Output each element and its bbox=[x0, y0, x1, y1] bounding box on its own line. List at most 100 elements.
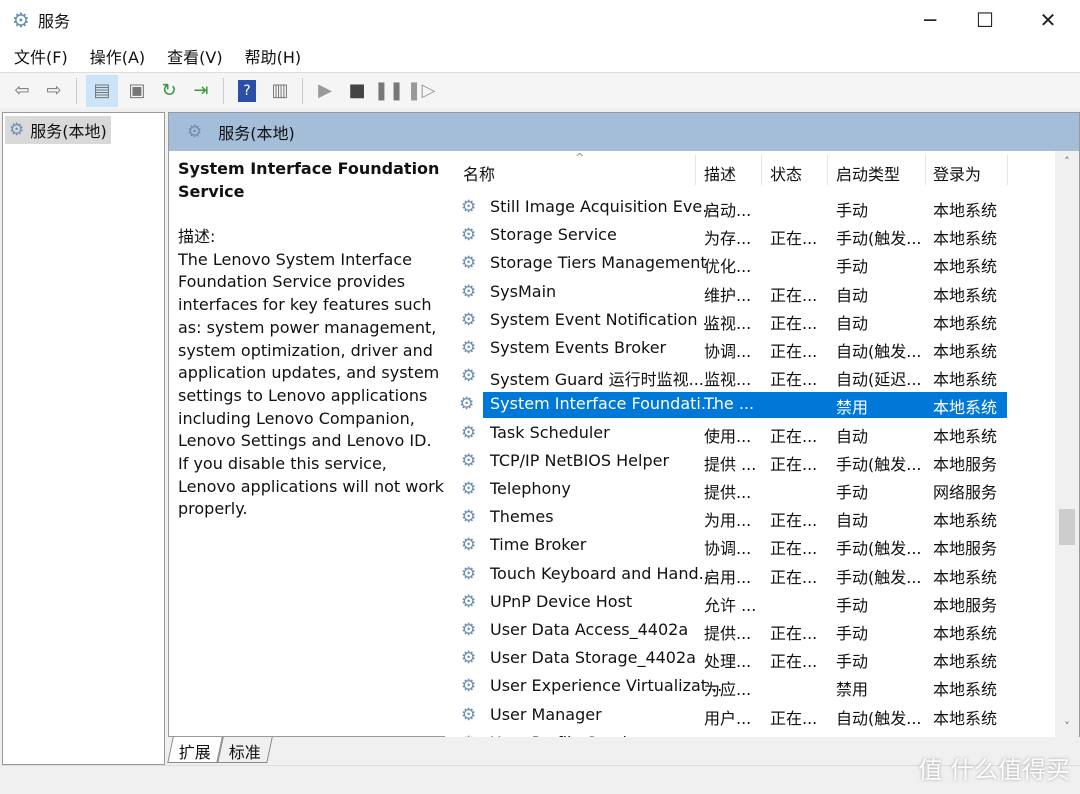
service-row[interactable]: ⚙ Touch Keyboard and Hand... 启用... 正在... 手动(… bbox=[459, 562, 1007, 588]
service-row[interactable]: ⚙ Telephony 提供... 手动 网络服务 bbox=[459, 477, 1007, 503]
resume-service-icon[interactable]: ❚▷ bbox=[407, 78, 436, 104]
help-icon[interactable]: ? bbox=[238, 79, 256, 102]
gear-icon: ⚙ bbox=[461, 507, 477, 528]
column-log-on-as[interactable]: 登录为 bbox=[933, 161, 981, 185]
services-list: ^ 名称 描述 状态 启动类型 登录为 ⚙ Still Image Acquisi… bbox=[445, 151, 1055, 737]
show-console-tree-icon[interactable]: ▤ bbox=[86, 74, 118, 107]
service-row[interactable]: ⚙ Time Broker 协调... 正在... 手动(触发... 本地服务 bbox=[459, 533, 1007, 559]
service-row[interactable]: ⚙ SysMain 维护... 正在... 自动 本地系统 bbox=[459, 280, 1007, 306]
column-description[interactable]: 描述 bbox=[704, 161, 736, 185]
cell-description: 为用... bbox=[704, 511, 752, 531]
cell-log-on-as: 本地系统 bbox=[933, 511, 998, 531]
watermark-logo: 值 什么值得买 bbox=[918, 756, 1070, 784]
cell-log-on-as: 本地服务 bbox=[933, 539, 998, 559]
cell-status: 正在... bbox=[770, 708, 818, 728]
service-row[interactable]: ⚙ User Data Access_4402a 提供... 正在... 手动 本地系统 bbox=[459, 618, 1007, 644]
cell-startup-type: 禁用 bbox=[836, 398, 869, 418]
column-status[interactable]: 状态 bbox=[770, 161, 802, 185]
column-name[interactable]: 名称 bbox=[463, 161, 495, 185]
minimize-button[interactable]: ─ bbox=[900, 0, 960, 40]
cell-description: The ... bbox=[704, 394, 755, 414]
forward-icon[interactable]: ⇨ bbox=[41, 78, 67, 104]
service-row[interactable]: ⚙ User Experience Virtualizat... 为应... 禁用 本地… bbox=[459, 674, 1007, 700]
stop-service-icon[interactable]: ■ bbox=[344, 78, 370, 104]
service-row[interactable]: ⚙ User Data Storage_4402a 处理... 正在... 手动 本地系统 bbox=[459, 646, 1007, 672]
cell-name: UPnP Device Host bbox=[490, 591, 633, 611]
divider bbox=[302, 77, 303, 104]
cell-log-on-as: 本地系统 bbox=[933, 680, 998, 700]
close-button[interactable]: ✕ bbox=[1018, 0, 1078, 40]
view-tabs: 扩展 标准 bbox=[167, 737, 273, 763]
back-icon[interactable]: ⇦ bbox=[9, 78, 35, 104]
service-row[interactable]: ⚙ System Interface Foundati... The ... 禁用 本地… bbox=[459, 392, 1007, 419]
cell-log-on-as: 本地系统 bbox=[933, 426, 998, 446]
cell-log-on-as: 本地系统 bbox=[933, 370, 998, 390]
scrollbar-thumb[interactable] bbox=[1059, 509, 1075, 545]
cell-name: User Profile Service bbox=[490, 733, 646, 737]
maximize-button[interactable]: ☐ bbox=[955, 0, 1015, 40]
cell-status: 正在... bbox=[770, 539, 818, 559]
cell-description: 提供... bbox=[704, 483, 752, 502]
cell-log-on-as: 本地系统 bbox=[933, 708, 998, 728]
cell-name: TCP/IP NetBIOS Helper bbox=[490, 450, 670, 470]
service-row[interactable]: ⚙ User Profile Service 此服... 正在... 自动 本地系统 bbox=[459, 731, 1007, 737]
gear-icon: ⚙ bbox=[459, 394, 475, 415]
cell-startup-type: 手动 bbox=[836, 201, 869, 220]
tree-node-label: 服务(本地) bbox=[30, 122, 107, 141]
service-row[interactable]: ⚙ System Events Broker 协调... 正在... 自动(触发... 本… bbox=[459, 336, 1007, 362]
service-row[interactable]: ⚙ Storage Service 为存... 正在... 手动(触发... 本地系统 bbox=[459, 223, 1007, 249]
gear-icon: ⚙ bbox=[461, 366, 477, 387]
menu-help[interactable]: 帮助(H) bbox=[245, 44, 302, 68]
service-row[interactable]: ⚙ Storage Tiers Management 优化... 手动 本地系统 bbox=[459, 251, 1007, 277]
sort-ascending-icon: ^ bbox=[575, 151, 585, 164]
scroll-up-icon[interactable]: ˄ bbox=[1055, 155, 1079, 168]
service-row[interactable]: ⚙ TCP/IP NetBIOS Helper 提供 ... 正在... 手动(触发..… bbox=[459, 449, 1007, 475]
menu-file[interactable]: 文件(F) bbox=[14, 44, 68, 68]
cell-name: User Data Access_4402a bbox=[490, 620, 689, 639]
service-row[interactable]: ⚙ Task Scheduler 使用... 正在... 自动 本地系统 bbox=[459, 421, 1007, 447]
cell-log-on-as: 本地系统 bbox=[933, 229, 998, 249]
gear-icon: ⚙ bbox=[461, 338, 477, 358]
cell-description: 使用... bbox=[704, 426, 752, 446]
services-gear-icon: ⚙ bbox=[12, 8, 30, 32]
cell-description: 协调... bbox=[704, 539, 752, 559]
cell-status: 正在... bbox=[770, 511, 818, 531]
vertical-scrollbar[interactable]: ˄ ˅ bbox=[1055, 151, 1079, 737]
cell-startup-type: 自动(延迟... bbox=[836, 370, 922, 390]
refresh-icon[interactable]: ↻ bbox=[156, 78, 182, 104]
description-text: The Lenovo System Interface Foundation S… bbox=[178, 249, 444, 519]
service-row[interactable]: ⚙ Still Image Acquisition Eve... 启动... 手动 本地… bbox=[459, 195, 1007, 221]
cell-startup-type: 自动 bbox=[836, 426, 869, 446]
cell-description: 优化... bbox=[704, 257, 752, 277]
service-row[interactable]: ⚙ Themes 为用... 正在... 自动 本地系统 bbox=[459, 505, 1007, 531]
start-service-icon[interactable]: ▶ bbox=[312, 78, 338, 104]
tab-standard[interactable]: 标准 bbox=[217, 737, 273, 763]
menu-view[interactable]: 查看(V) bbox=[167, 44, 222, 68]
menu-action[interactable]: 操作(A) bbox=[90, 44, 145, 68]
export-list-icon[interactable]: ⇥ bbox=[188, 78, 214, 104]
cell-startup-type: 禁用 bbox=[836, 680, 869, 700]
column-startup-type[interactable]: 启动类型 bbox=[836, 161, 900, 185]
properties-icon[interactable]: ▣ bbox=[124, 78, 150, 104]
show-action-pane-icon[interactable]: ▥ bbox=[267, 78, 293, 104]
cell-description: 监视... bbox=[704, 313, 752, 333]
cell-description: 协调... bbox=[704, 342, 752, 361]
cell-name: User Manager bbox=[490, 704, 602, 724]
service-row[interactable]: ⚙ System Event Notification ... 监视... 正在...… bbox=[459, 308, 1007, 334]
tree-node-services-local[interactable]: ⚙ 服务(本地) bbox=[5, 116, 111, 144]
cell-startup-type: 手动 bbox=[836, 624, 869, 643]
gear-icon: ⚙ bbox=[461, 225, 477, 246]
service-row[interactable]: ⚙ User Manager 用户... 正在... 自动(触发... 本地系统 bbox=[459, 703, 1007, 729]
pause-service-icon[interactable]: ❚❚ bbox=[374, 78, 404, 104]
cell-status: 正在... bbox=[770, 370, 818, 390]
window-title: 服务 bbox=[38, 12, 71, 31]
cell-status: 正在... bbox=[770, 454, 818, 474]
gear-icon: ⚙ bbox=[461, 648, 477, 669]
scroll-down-icon[interactable]: ˅ bbox=[1055, 720, 1079, 733]
gear-icon: ⚙ bbox=[461, 676, 477, 697]
service-row[interactable]: ⚙ UPnP Device Host 允许 ... 手动 本地服务 bbox=[459, 590, 1007, 616]
cell-log-on-as: 本地系统 bbox=[933, 567, 998, 587]
service-row[interactable]: ⚙ System Guard 运行时监视... 监视... 正在... 自动(延迟...… bbox=[459, 364, 1007, 390]
tab-extended[interactable]: 扩展 bbox=[167, 737, 223, 763]
cell-description: 处理... bbox=[704, 652, 752, 672]
